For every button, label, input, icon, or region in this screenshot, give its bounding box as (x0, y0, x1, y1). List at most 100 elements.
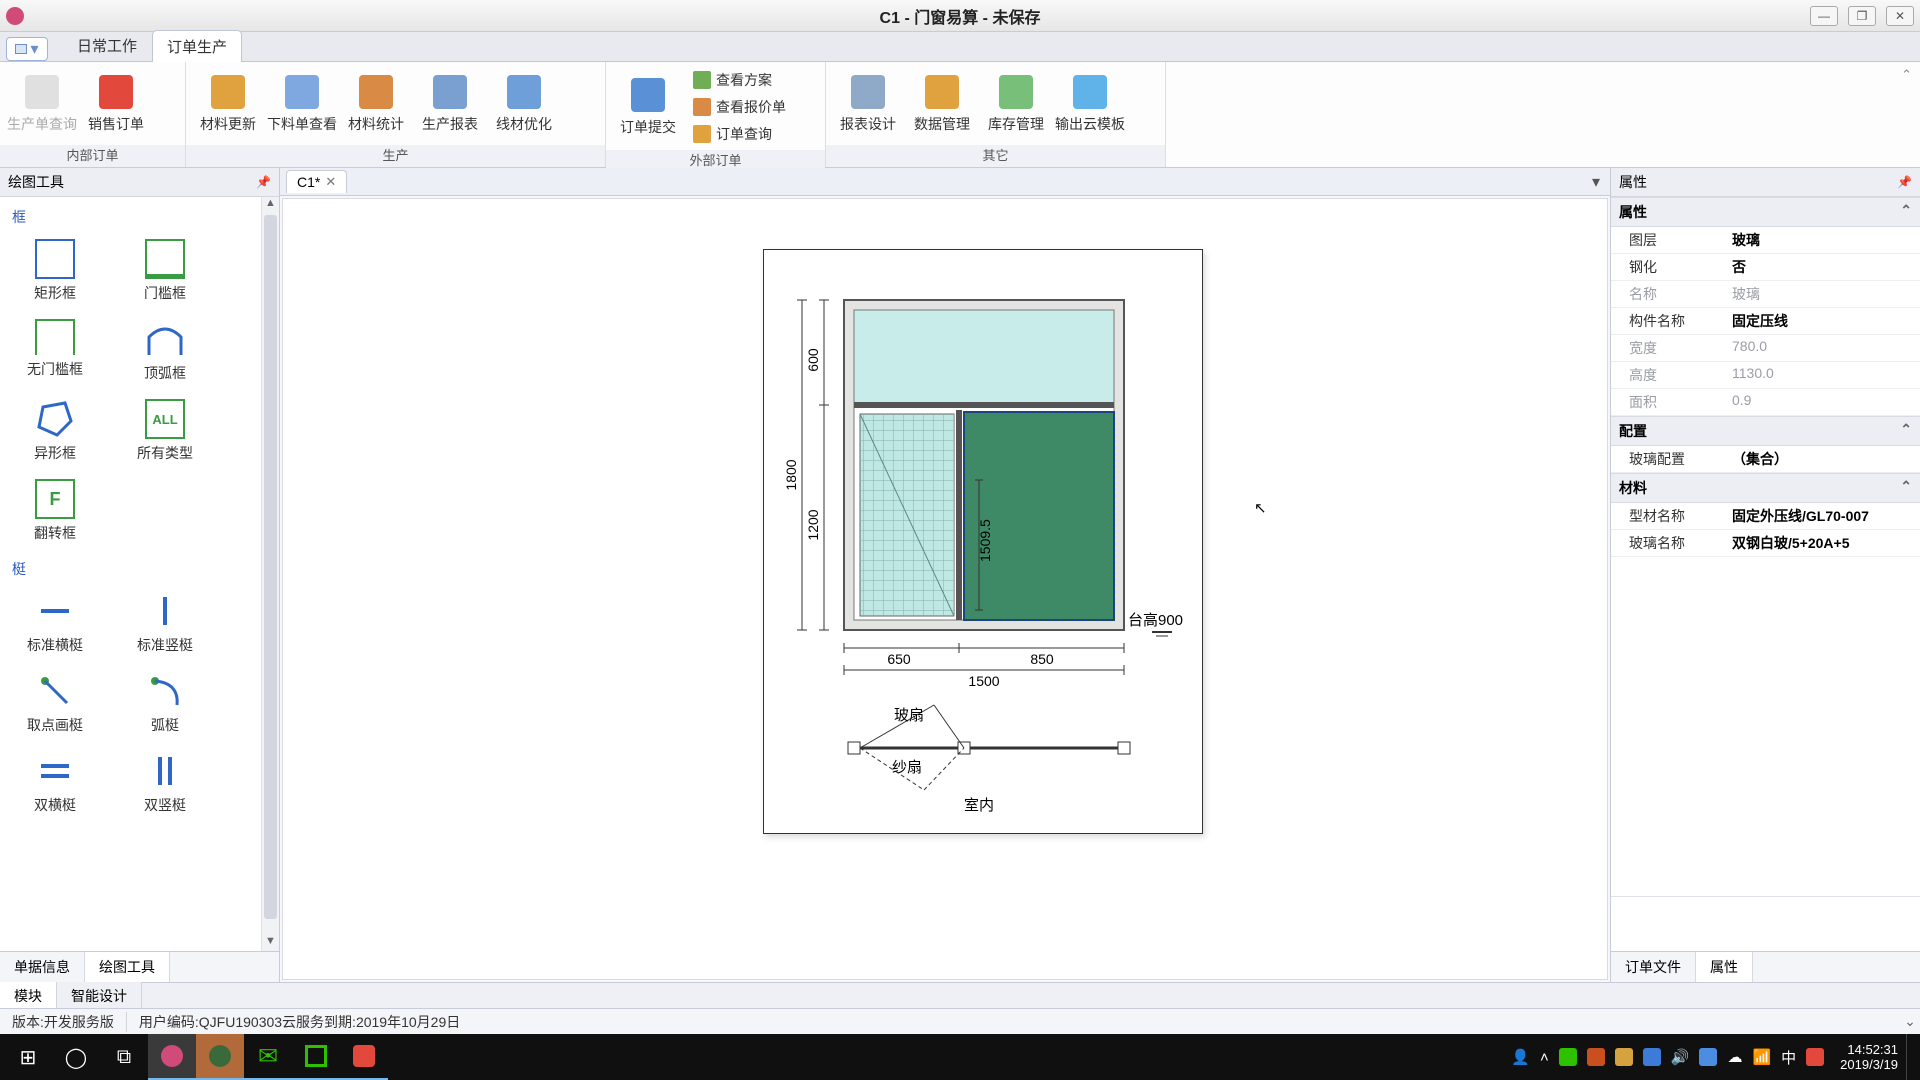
data-manage-button[interactable]: 数据管理 (906, 65, 978, 145)
maximize-button[interactable]: ❐ (1848, 6, 1876, 26)
legend-indoor: 室内 (964, 797, 994, 814)
section-mullion: 梃 (10, 553, 255, 585)
cutting-list-button[interactable]: 下料单查看 (266, 65, 338, 145)
canvas-area: C1*✕ ▾ (280, 168, 1610, 982)
prod-order-query-button[interactable]: 生产单查询 (6, 65, 78, 145)
right-tab-properties[interactable]: 属性 (1696, 952, 1753, 982)
tool-point-mullion[interactable]: 取点画梃 (20, 671, 90, 735)
tool-no-sill-frame[interactable]: 无门槛框 (20, 319, 90, 383)
cursor-icon: ↖ (1254, 499, 1267, 517)
prop-glass-config[interactable]: （集合） (1726, 446, 1920, 472)
group-props[interactable]: 属性 (1619, 202, 1647, 222)
taskbar-app3[interactable] (292, 1034, 340, 1080)
prop-layer[interactable]: 玻璃 (1726, 227, 1920, 253)
prop-glass-name[interactable]: 双钢白玻/5+20A+5 (1726, 530, 1920, 556)
tool-irregular-frame[interactable]: 异形框 (20, 399, 90, 463)
prop-profile-name[interactable]: 固定外压线/GL70-007 (1726, 503, 1920, 529)
prop-component-name[interactable]: 固定压线 (1726, 308, 1920, 334)
group-config[interactable]: 配置 (1619, 421, 1647, 441)
pin-icon[interactable]: 📌 (1897, 175, 1912, 189)
taskbar-clock[interactable]: 14:52:312019/3/19 (1832, 1042, 1906, 1072)
dim-w2: 850 (1030, 651, 1054, 667)
inventory-button[interactable]: 库存管理 (980, 65, 1052, 145)
tool-h-mullion[interactable]: 标准横梃 (20, 591, 90, 655)
tray-wechat-icon[interactable] (1559, 1048, 1577, 1066)
sales-order-button[interactable]: 销售订单 (80, 65, 152, 145)
group-internal-order: 内部订单 (0, 145, 185, 167)
volume-icon[interactable]: 🔊 (1671, 1048, 1690, 1066)
pin-icon[interactable]: 📌 (256, 175, 271, 189)
cortana-button[interactable]: ◯ (52, 1034, 100, 1080)
close-tab-icon[interactable]: ✕ (325, 174, 336, 190)
menu-tabstrip: ▾ 日常工作 订单生产 (0, 32, 1920, 62)
tool-double-v-mullion[interactable]: 双竖梃 (130, 751, 200, 815)
tab-module[interactable]: 模块 (0, 982, 57, 1010)
tool-flip-frame[interactable]: F翻转框 (20, 479, 90, 543)
tool-arc-top-frame[interactable]: 顶弧框 (130, 319, 200, 383)
minimize-button[interactable]: — (1810, 6, 1838, 26)
tray-icon-2[interactable] (1587, 1048, 1605, 1066)
taskbar-app1[interactable] (148, 1034, 196, 1080)
tool-all-types[interactable]: ALL所有类型 (130, 399, 200, 463)
start-button[interactable]: ⊞ (4, 1034, 52, 1080)
tool-list[interactable]: 框 矩形框 门槛框 无门槛框 顶弧框 异形框 ALL所有类型 F翻转框 梃 标准… (0, 197, 261, 951)
wifi-icon[interactable]: 📶 (1752, 1048, 1771, 1066)
production-report-button[interactable]: 生产报表 (414, 65, 486, 145)
section-frame: 框 (10, 201, 255, 233)
material-update-button[interactable]: 材料更新 (192, 65, 264, 145)
submit-order-button[interactable]: 订单提交 (612, 67, 684, 147)
prop-tempered[interactable]: 否 (1726, 254, 1920, 280)
people-icon[interactable]: 👤 (1511, 1048, 1530, 1066)
tab-order-production[interactable]: 订单生产 (152, 30, 242, 62)
tool-v-mullion[interactable]: 标准竖梃 (130, 591, 200, 655)
left-scrollbar[interactable]: ▲▼ (261, 197, 279, 951)
system-tray[interactable]: 👤 ˄ 🔊 ☁ 📶 中 (1503, 1047, 1832, 1068)
ribbon-collapse-button[interactable]: ⌃ (1890, 62, 1920, 167)
show-desktop-button[interactable] (1906, 1034, 1916, 1080)
tool-double-h-mullion[interactable]: 双横梃 (20, 751, 90, 815)
tool-arc-mullion[interactable]: 弧梃 (130, 671, 200, 735)
right-tab-order-file[interactable]: 订单文件 (1611, 952, 1696, 982)
order-query-button[interactable]: 订单查询 (690, 121, 789, 147)
view-plan-button[interactable]: 查看方案 (690, 67, 789, 93)
properties-title: 属性 (1619, 172, 1647, 192)
window-title: C1 - 门窗易算 - 未保存 (880, 4, 1041, 28)
status-version: 版本:开发服务版 (0, 1012, 127, 1032)
tool-rect-frame[interactable]: 矩形框 (20, 239, 90, 303)
profile-optimize-button[interactable]: 线材优化 (488, 65, 560, 145)
document-tab-c1[interactable]: C1*✕ (286, 170, 347, 193)
app-icon (6, 7, 24, 25)
status-chevron-icon[interactable]: ⌄ (1900, 1013, 1920, 1030)
taskbar-wechat[interactable]: ✉ (244, 1034, 292, 1080)
tray-icon-3[interactable] (1615, 1048, 1633, 1066)
tool-sill-frame[interactable]: 门槛框 (130, 239, 200, 303)
group-material[interactable]: 材料 (1619, 478, 1647, 498)
doc-tabs-dropdown[interactable]: ▾ (1582, 172, 1610, 192)
close-button[interactable]: ✕ (1886, 6, 1914, 26)
material-stats-button[interactable]: 材料统计 (340, 65, 412, 145)
ime-indicator[interactable]: 中 (1781, 1047, 1796, 1068)
tab-smart-design[interactable]: 智能设计 (57, 982, 142, 1010)
drawing-canvas[interactable]: 1509.5 台高900 600 1200 1800 650 850 (282, 198, 1608, 980)
windows-taskbar: ⊞ ◯ ⧉ ✉ 👤 ˄ 🔊 ☁ 📶 中 14:52:312019/3/19 (0, 1034, 1920, 1080)
export-cloud-template-button[interactable]: 输出云模板 (1054, 65, 1126, 145)
dim-w1: 650 (887, 651, 911, 667)
drawing-tools-title: 绘图工具 (8, 172, 64, 192)
tray-chevron-icon[interactable]: ˄ (1540, 1049, 1549, 1066)
onedrive-icon[interactable]: ☁ (1727, 1048, 1742, 1066)
property-grid[interactable]: 属性⌃ 图层玻璃 钢化否 名称玻璃 构件名称固定压线 宽度780.0 高度113… (1611, 197, 1920, 896)
report-design-button[interactable]: 报表设计 (832, 65, 904, 145)
tab-daily[interactable]: 日常工作 (62, 29, 152, 61)
layout-view-button[interactable]: ▾ (6, 37, 48, 61)
taskbar-app2[interactable] (196, 1034, 244, 1080)
left-tab-order-info[interactable]: 单据信息 (0, 952, 85, 982)
dim-wtotal: 1500 (968, 673, 999, 689)
taskbar-app4[interactable] (340, 1034, 388, 1080)
left-tab-drawing-tools[interactable]: 绘图工具 (85, 952, 170, 982)
tray-icon-4[interactable] (1643, 1048, 1661, 1066)
task-view-button[interactable]: ⧉ (100, 1034, 148, 1080)
tray-icon-5[interactable] (1699, 1048, 1717, 1066)
properties-panel: 属性 📌 属性⌃ 图层玻璃 钢化否 名称玻璃 构件名称固定压线 宽度780.0 高… (1610, 168, 1920, 982)
view-quote-button[interactable]: 查看报价单 (690, 94, 789, 120)
tray-sogou-icon[interactable] (1806, 1048, 1824, 1066)
